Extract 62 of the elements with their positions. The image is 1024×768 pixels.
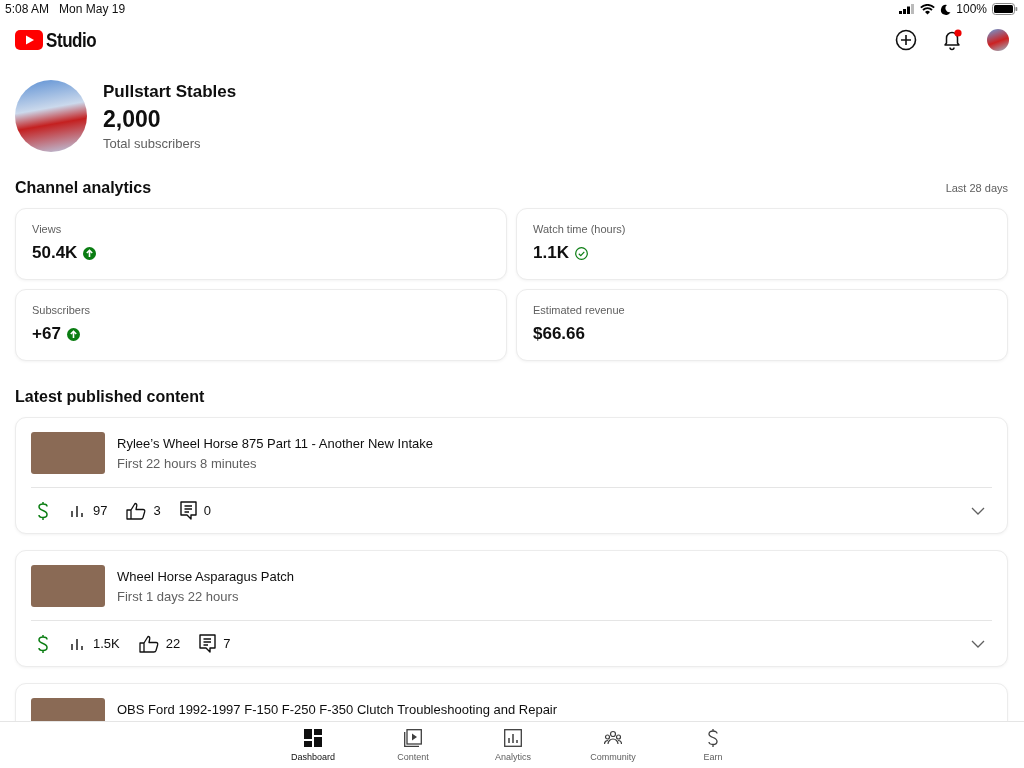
like-count: 22	[165, 636, 181, 651]
nav-tab[interactable]: Content	[368, 722, 458, 768]
metric-value: 1.1K	[533, 243, 569, 263]
chevron-down-icon[interactable]	[971, 639, 985, 648]
arrow-up-icon	[83, 246, 97, 260]
moon-icon	[940, 3, 952, 15]
metric-value: 50.4K	[32, 243, 78, 263]
play-logo-icon	[15, 30, 43, 50]
nav-tab[interactable]: Community	[568, 722, 658, 768]
metric-label: Estimated revenue	[533, 304, 626, 316]
metric-value: +67	[32, 324, 61, 344]
comment-count: 7	[223, 636, 231, 651]
thumbs-up-icon	[126, 501, 147, 520]
section-title: Channel analytics	[15, 179, 152, 197]
metric-label: Subscribers	[32, 304, 92, 316]
video-card[interactable]: Wheel Horse Asparagus Patch First 1 days 22 hours 1.5K 22 7	[15, 550, 1008, 667]
arrow-up-icon	[66, 327, 80, 341]
metric-card[interactable]: Estimated revenue $66.66	[516, 289, 1008, 361]
notification-bell-icon[interactable]	[941, 29, 963, 51]
status-time: 5:08 AM	[5, 2, 50, 16]
video-title: OBS Ford 1992-1997 F-150 F-250 F-350 Clutch Troubleshooting and Repair	[117, 702, 558, 717]
channel-name: Pullstart Stables	[103, 81, 237, 102]
subscriber-count: 2,000	[103, 105, 162, 133]
view-count: 1.5K	[93, 636, 120, 651]
content-icon	[404, 729, 422, 747]
create-icon[interactable]	[895, 29, 917, 51]
chevron-down-icon[interactable]	[971, 506, 985, 515]
status-date: Mon May 19	[59, 2, 126, 16]
metric-value: $66.66	[533, 324, 585, 344]
period-label: Last 28 days	[945, 182, 1008, 194]
nav-tab[interactable]: Analytics	[468, 722, 558, 768]
video-period: First 1 days 22 hours	[117, 589, 240, 604]
metric-label: Views	[32, 223, 63, 235]
signal-icon	[899, 4, 916, 14]
battery-icon	[992, 3, 1018, 15]
battery-percentage: 100%	[956, 2, 987, 16]
video-period: First 22 hours 8 minutes	[117, 456, 258, 471]
community-icon	[604, 729, 622, 747]
wifi-icon	[920, 3, 936, 15]
dashboard-icon	[304, 729, 322, 747]
comment-icon	[179, 501, 197, 520]
comment-count: 0	[203, 503, 211, 518]
video-card[interactable]: OBS Ford 1992-1997 F-150 F-250 F-350 Clutch Troubleshooting and Repair	[15, 683, 1008, 721]
video-title: Wheel Horse Asparagus Patch	[117, 569, 295, 584]
video-card[interactable]: Rylee’s Wheel Horse 875 Part 11 - Another New Intake First 22 hours 8 minutes 97 3 0	[15, 417, 1008, 534]
section-title: Latest published content	[15, 388, 205, 406]
thumbs-up-icon	[138, 634, 159, 653]
logo-text: Studio	[46, 28, 97, 52]
metric-card[interactable]: Watch time (hours) 1.1K	[516, 208, 1008, 280]
like-count: 3	[153, 503, 161, 518]
subscriber-label: Total subscribers	[103, 135, 202, 151]
metric-card[interactable]: Subscribers +67	[15, 289, 507, 361]
nav-tab[interactable]: Earn	[668, 722, 758, 768]
check-circle-icon	[574, 246, 588, 260]
analytics-icon	[504, 729, 522, 747]
view-count: 97	[93, 503, 108, 518]
video-title: Rylee’s Wheel Horse 875 Part 11 - Another New Intake	[117, 436, 433, 451]
metric-card[interactable]: Views 50.4K	[15, 208, 507, 280]
comment-icon	[199, 634, 217, 653]
nav-tab[interactable]: Dashboard	[268, 722, 358, 768]
avatar[interactable]	[987, 29, 1009, 51]
metric-label: Watch time (hours)	[533, 223, 627, 235]
